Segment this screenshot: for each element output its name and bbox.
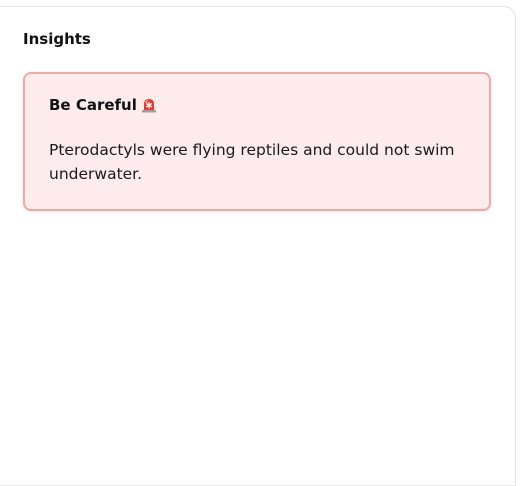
panel-title: Insights — [23, 30, 91, 48]
siren-icon — [141, 97, 157, 113]
warning-alert: Be Careful Pterodactyls were flying rept… — [23, 72, 491, 211]
alert-message: Pterodactyls were flying reptiles and co… — [49, 141, 455, 183]
alert-header: Be Careful — [49, 96, 157, 114]
alert-title: Be Careful — [49, 96, 137, 114]
insights-panel: Insights Be Careful Pterodactyls were fl… — [0, 6, 516, 486]
